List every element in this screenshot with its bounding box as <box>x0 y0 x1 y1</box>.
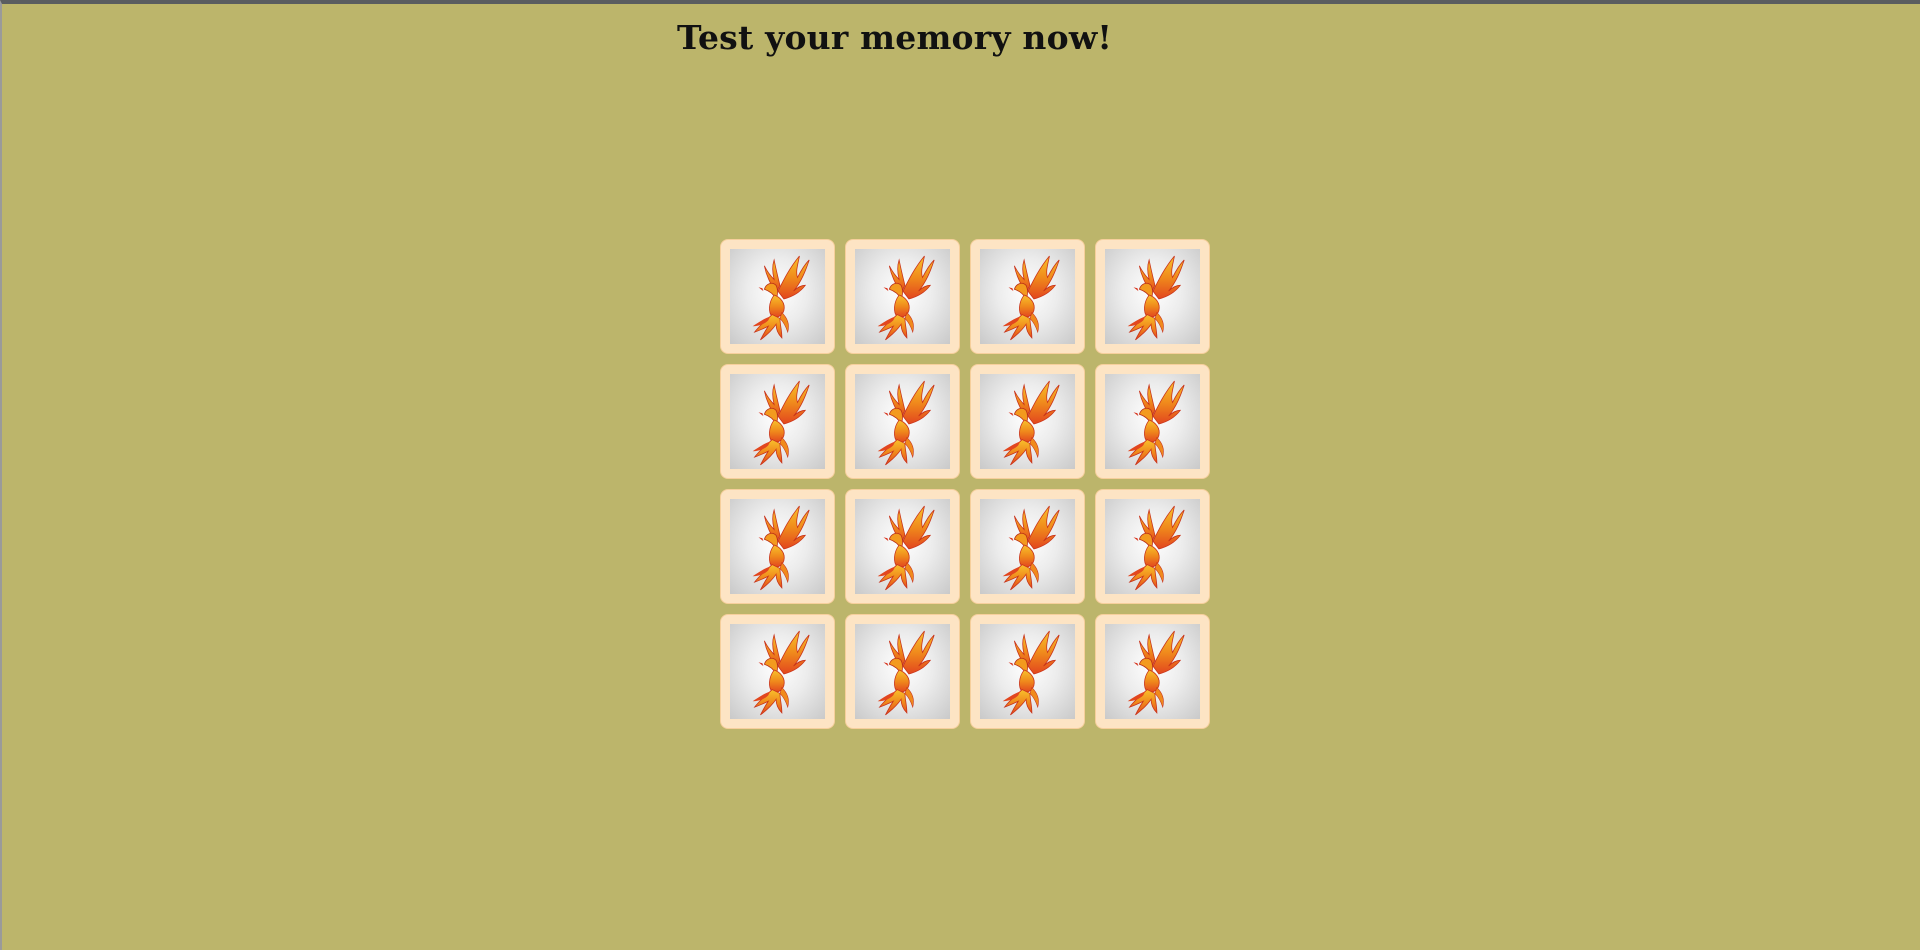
card-back-face <box>855 624 950 719</box>
memory-card[interactable] <box>970 364 1085 479</box>
memory-card[interactable] <box>845 364 960 479</box>
memory-card[interactable] <box>1095 614 1210 729</box>
memory-card[interactable] <box>1095 364 1210 479</box>
memory-card[interactable] <box>1095 489 1210 604</box>
card-back-face <box>980 249 1075 344</box>
card-back-face <box>1105 499 1200 594</box>
memory-card[interactable] <box>720 614 835 729</box>
phoenix-icon <box>1114 252 1192 342</box>
memory-card[interactable] <box>1095 239 1210 354</box>
memory-card-grid <box>720 239 1210 729</box>
page-title: Test your memory now! <box>677 18 1113 57</box>
phoenix-icon <box>989 502 1067 592</box>
phoenix-icon <box>1114 502 1192 592</box>
card-back-face <box>980 374 1075 469</box>
memory-card[interactable] <box>720 364 835 479</box>
phoenix-icon <box>989 377 1067 467</box>
phoenix-icon <box>1114 627 1192 717</box>
phoenix-icon <box>864 252 942 342</box>
memory-card[interactable] <box>970 239 1085 354</box>
card-back-face <box>980 624 1075 719</box>
phoenix-icon <box>989 627 1067 717</box>
phoenix-icon <box>989 252 1067 342</box>
card-back-face <box>1105 374 1200 469</box>
card-back-face <box>980 499 1075 594</box>
card-back-face <box>730 624 825 719</box>
card-back-face <box>730 374 825 469</box>
phoenix-icon <box>864 502 942 592</box>
card-back-face <box>855 249 950 344</box>
card-back-face <box>855 499 950 594</box>
memory-card[interactable] <box>970 489 1085 604</box>
phoenix-icon <box>864 627 942 717</box>
memory-card[interactable] <box>845 239 960 354</box>
phoenix-icon <box>739 502 817 592</box>
card-back-face <box>730 499 825 594</box>
memory-card[interactable] <box>845 614 960 729</box>
card-back-face <box>1105 624 1200 719</box>
phoenix-icon <box>864 377 942 467</box>
card-back-face <box>1105 249 1200 344</box>
card-back-face <box>730 249 825 344</box>
memory-card[interactable] <box>720 239 835 354</box>
card-back-face <box>855 374 950 469</box>
memory-card[interactable] <box>970 614 1085 729</box>
memory-card[interactable] <box>845 489 960 604</box>
phoenix-icon <box>1114 377 1192 467</box>
phoenix-icon <box>739 377 817 467</box>
phoenix-icon <box>739 627 817 717</box>
phoenix-icon <box>739 252 817 342</box>
memory-card[interactable] <box>720 489 835 604</box>
